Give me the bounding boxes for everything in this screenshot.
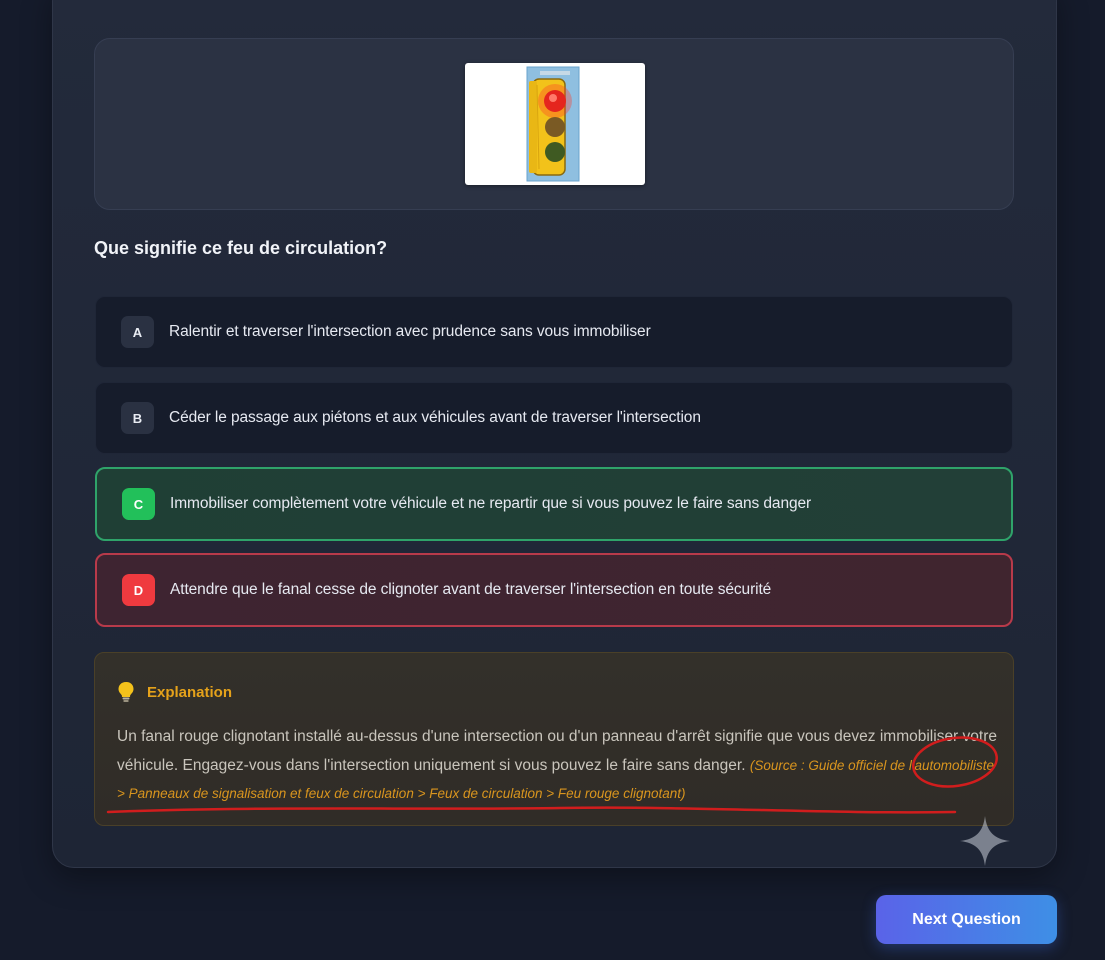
traffic-light-icon [526,66,580,182]
option-b[interactable]: B Céder le passage aux piétons et aux vé… [95,382,1013,454]
question-image-panel [94,38,1014,210]
option-d-wrong[interactable]: D Attendre que le fanal cesse de clignot… [95,553,1013,627]
option-text: Ralentir et traverser l'intersection ave… [169,323,651,340]
explanation-header: Explanation [117,681,232,703]
sparkle-icon [960,816,1010,866]
next-question-button[interactable]: Next Question [876,895,1057,944]
explanation-panel: Explanation Un fanal rouge clignotant in… [94,652,1014,826]
option-text: Immobiliser complètement votre véhicule … [170,495,812,512]
option-letter-badge: C [122,488,155,520]
traffic-light-image [465,63,645,185]
option-letter-badge: B [121,402,154,434]
explanation-title: Explanation [147,683,233,701]
option-a[interactable]: A Ralentir et traverser l'intersection a… [95,296,1013,368]
explanation-body: Un fanal rouge clignotant installé au-de… [117,723,997,809]
question-text: Que signifie ce feu de circulation? [94,238,388,258]
option-letter-badge: A [121,316,154,348]
option-letter-badge: D [122,574,155,606]
option-text: Attendre que le fanal cesse de clignoter… [170,581,772,598]
lightbulb-icon [118,682,134,702]
option-text: Céder le passage aux piétons et aux véhi… [169,409,701,426]
option-c-correct[interactable]: C Immobiliser complètement votre véhicul… [95,467,1013,541]
